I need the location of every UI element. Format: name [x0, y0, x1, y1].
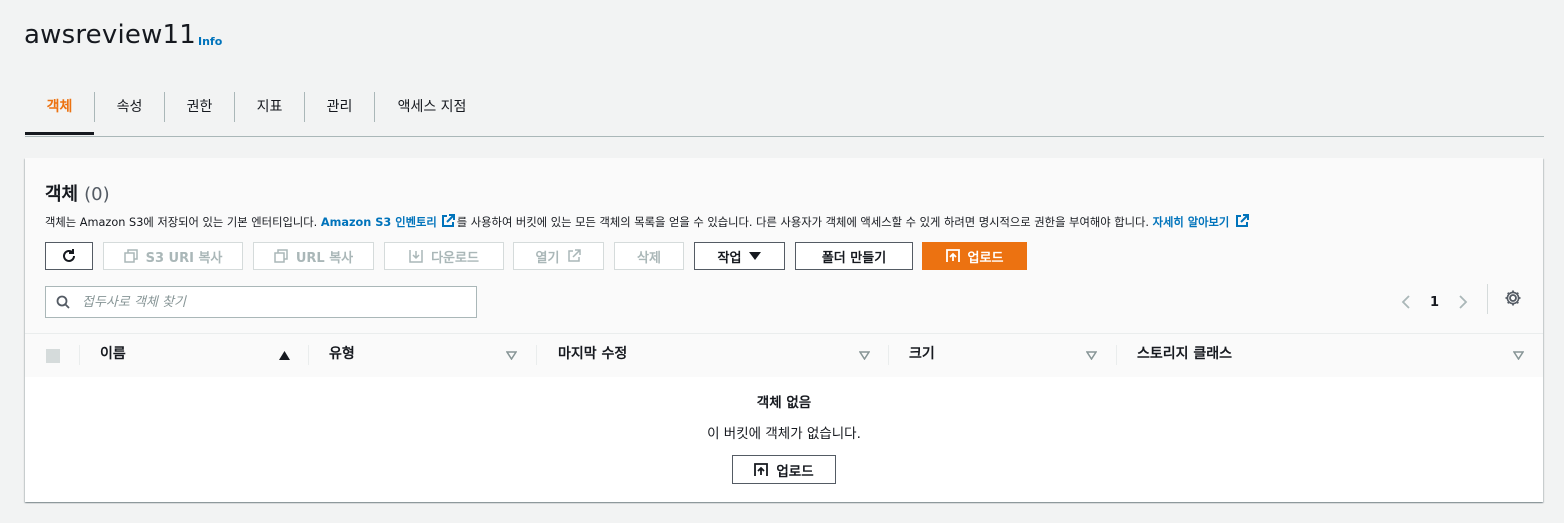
column-divider — [536, 345, 537, 365]
column-type[interactable]: 유형 — [329, 334, 355, 377]
description-text-1: 객체는 Amazon S3에 저장되어 있는 기본 엔터티입니다. — [45, 216, 321, 229]
tab-management[interactable]: 관리 — [305, 86, 374, 134]
sort-ascending-icon[interactable] — [279, 351, 290, 360]
caret-down-icon — [749, 252, 762, 260]
pagination: 1 — [1400, 286, 1469, 318]
learn-more-link[interactable]: 자세히 알아보기 — [1153, 216, 1230, 229]
column-divider — [1116, 345, 1117, 365]
chevron-right-icon[interactable] — [1457, 294, 1469, 310]
column-divider — [79, 345, 80, 365]
empty-state-title: 객체 없음 — [756, 395, 812, 411]
sort-icon[interactable] — [1086, 351, 1097, 360]
delete-label: 삭제 — [637, 250, 661, 266]
actions-label: 작업 — [717, 250, 742, 266]
tab-properties[interactable]: 속성 — [95, 86, 164, 134]
page-title: awsreview11 — [24, 20, 197, 50]
table-header: 이름 유형 마지막 수정 크기 스토리지 클래스 — [25, 333, 1543, 378]
download-button[interactable]: 다운로드 — [384, 242, 504, 270]
empty-upload-label: 업로드 — [776, 463, 814, 480]
upload-button[interactable]: 업로드 — [922, 242, 1027, 270]
search-input[interactable] — [80, 293, 464, 311]
empty-state-description: 이 버킷에 객체가 없습니다. — [707, 426, 861, 442]
column-divider — [888, 345, 889, 365]
tab-bar: 객체 속성 권한 지표 관리 액세스 지점 — [25, 86, 1544, 137]
objects-heading: 객체 (0) — [45, 180, 110, 206]
select-all-checkbox[interactable] — [46, 349, 60, 363]
chevron-left-icon[interactable] — [1400, 294, 1412, 310]
delete-button[interactable]: 삭제 — [614, 242, 684, 270]
download-icon — [409, 250, 423, 263]
download-label: 다운로드 — [431, 250, 479, 266]
create-folder-label: 폴더 만들기 — [821, 250, 887, 266]
pagination-divider — [1487, 284, 1488, 314]
copy-icon — [123, 249, 138, 263]
column-name[interactable]: 이름 — [100, 334, 126, 377]
create-folder-button[interactable]: 폴더 만들기 — [795, 242, 913, 270]
sort-icon[interactable] — [859, 351, 870, 360]
page-number[interactable]: 1 — [1430, 295, 1439, 310]
tab-access-points[interactable]: 액세스 지점 — [375, 86, 489, 134]
refresh-icon — [63, 249, 75, 262]
upload-icon — [945, 249, 960, 262]
empty-upload-button[interactable]: 업로드 — [732, 455, 836, 484]
sort-icon[interactable] — [506, 351, 517, 360]
copy-s3-uri-button[interactable]: S3 URI 복사 — [103, 242, 243, 270]
search-icon — [56, 295, 70, 309]
open-button[interactable]: 열기 — [513, 242, 604, 270]
column-last-modified[interactable]: 마지막 수정 — [558, 334, 627, 377]
objects-panel: 객체 (0) 객체는 Amazon S3에 저장되어 있는 기본 엔터티입니다. … — [25, 158, 1543, 502]
copy-url-button[interactable]: URL 복사 — [253, 242, 374, 270]
table-body: 객체 없음 이 버킷에 객체가 없습니다. 업로드 — [25, 377, 1543, 502]
external-link-icon — [568, 249, 582, 262]
column-divider — [308, 345, 309, 365]
copy-icon — [274, 249, 288, 263]
inventory-link[interactable]: Amazon S3 인벤토리 — [321, 216, 437, 229]
open-label: 열기 — [535, 250, 560, 266]
column-storage-class[interactable]: 스토리지 클래스 — [1137, 334, 1232, 377]
objects-title: 객체 — [45, 184, 79, 205]
tab-metrics[interactable]: 지표 — [235, 86, 304, 134]
tab-objects[interactable]: 객체 — [25, 86, 94, 135]
external-link-icon — [1236, 214, 1250, 227]
upload-label: 업로드 — [967, 250, 1004, 266]
column-size[interactable]: 크기 — [909, 334, 935, 377]
upload-icon — [754, 462, 769, 476]
refresh-button[interactable] — [45, 242, 93, 270]
search-box — [45, 286, 477, 318]
info-link[interactable]: Info — [198, 35, 222, 48]
copy-s3-uri-label: S3 URI 복사 — [145, 250, 223, 266]
objects-count: (0) — [84, 184, 110, 205]
gear-icon[interactable] — [1504, 289, 1522, 307]
copy-url-label: URL 복사 — [295, 250, 354, 266]
sort-icon[interactable] — [1513, 351, 1524, 360]
description-text-2: 를 사용하여 버킷에 있는 모든 객체의 목록을 얻을 수 있습니다. 다른 사… — [456, 216, 1153, 229]
external-link-icon — [441, 214, 455, 227]
actions-dropdown[interactable]: 작업 — [694, 242, 785, 270]
tab-permissions[interactable]: 권한 — [165, 86, 234, 134]
objects-description: 객체는 Amazon S3에 저장되어 있는 기본 엔터티입니다. Amazon… — [45, 214, 1250, 230]
